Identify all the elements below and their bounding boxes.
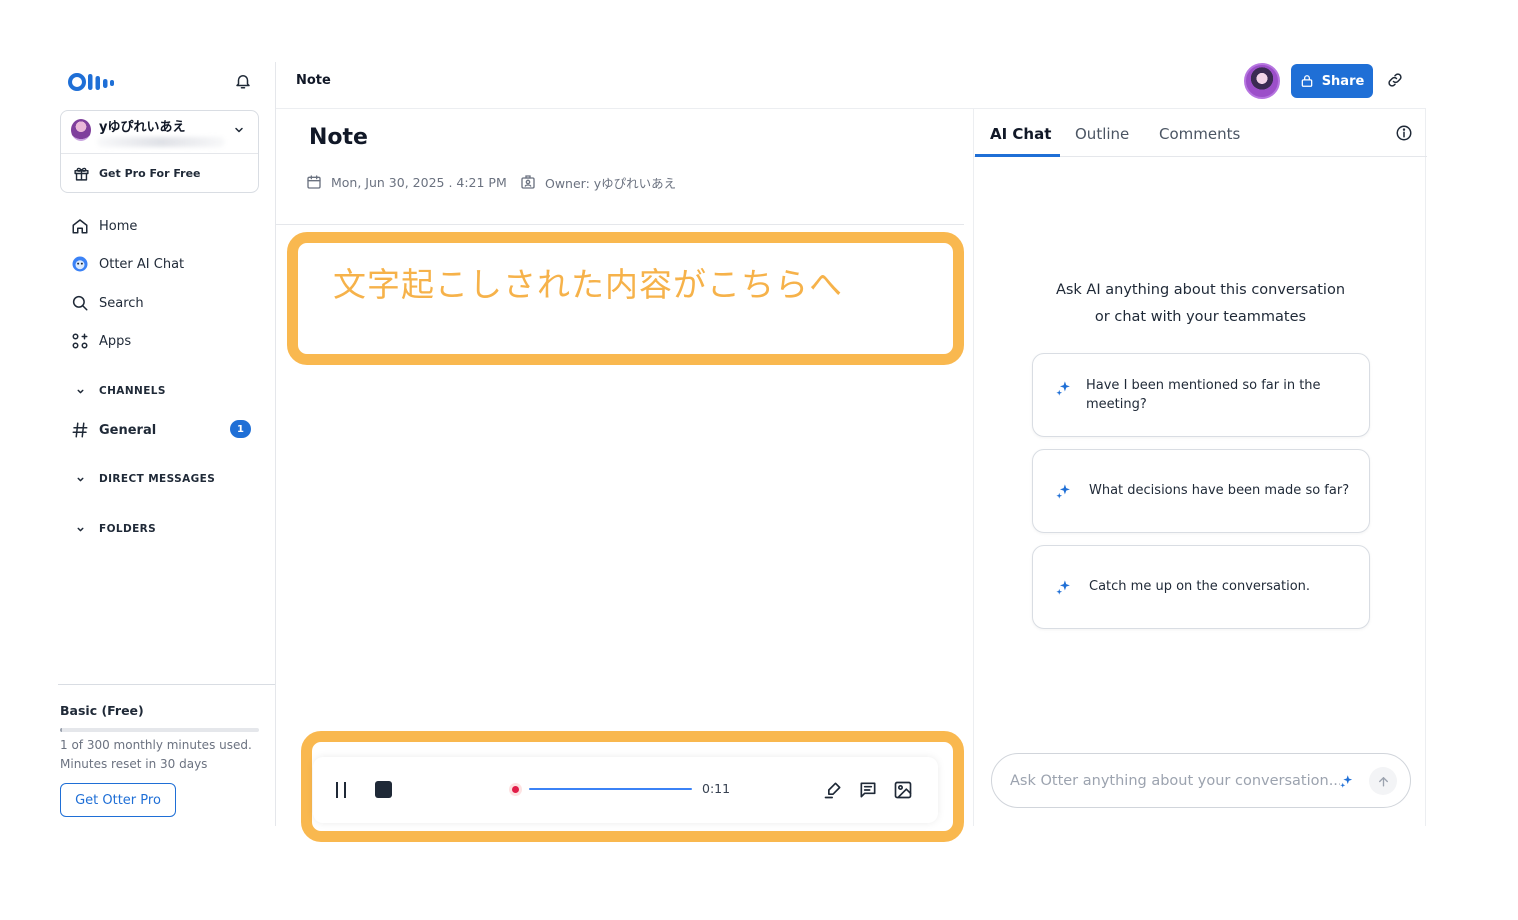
- gift-icon: [73, 165, 90, 182]
- note-divider: [276, 224, 964, 225]
- ai-prompt-line2: or chat with your teammates: [1094, 309, 1307, 325]
- sidebar-item-search[interactable]: Search: [70, 291, 144, 315]
- ai-chat-input-box: [991, 753, 1411, 808]
- sidebar: yゆぴれいあえ Get Pro For Free Home Otter AI C…: [0, 62, 276, 826]
- plan-usage-fill: [60, 728, 62, 732]
- lock-icon: [1300, 74, 1314, 88]
- info-icon[interactable]: [1395, 124, 1413, 142]
- channel-general[interactable]: General: [70, 418, 156, 442]
- calendar-icon: [306, 174, 322, 190]
- audio-waveform: [529, 788, 692, 790]
- note-owner: Owner: yゆぴれいあえ: [520, 173, 676, 191]
- account-row[interactable]: yゆぴれいあえ: [61, 111, 258, 154]
- transcript-annotation: 文字起こしされた内容がこちらへ: [333, 265, 843, 304]
- section-direct-messages-label: DIRECT MESSAGES: [99, 473, 216, 485]
- ai-panel: AI Chat Outline Comments Ask AI anything…: [973, 109, 1427, 826]
- recording-time: 0:11: [702, 781, 731, 796]
- sidebar-item-home[interactable]: Home: [70, 214, 137, 238]
- section-channels-label: CHANNELS: [99, 385, 166, 397]
- chevron-down-icon[interactable]: [233, 124, 245, 136]
- section-folders[interactable]: FOLDERS: [76, 520, 156, 538]
- share-button[interactable]: Share: [1291, 64, 1373, 98]
- sparkle-icon: [1055, 579, 1072, 596]
- chevron-down-icon: [76, 475, 86, 484]
- sparkle-icon: [1055, 380, 1072, 397]
- plan-reset-text: Minutes reset in 30 days: [60, 757, 208, 771]
- search-icon: [70, 293, 90, 313]
- note-title: Note: [309, 125, 368, 150]
- suggestion-text: Catch me up on the conversation.: [1089, 579, 1311, 594]
- section-direct-messages[interactable]: DIRECT MESSAGES: [76, 470, 215, 488]
- section-channels[interactable]: CHANNELS: [76, 382, 166, 400]
- link-icon[interactable]: [1386, 71, 1404, 89]
- account-email-redacted: [97, 137, 225, 147]
- tab-comments[interactable]: Comments: [1159, 125, 1240, 143]
- suggestion-card[interactable]: Have I been mentioned so far in the meet…: [1032, 353, 1370, 437]
- chevron-down-icon: [76, 525, 86, 534]
- get-pro-button[interactable]: Get Pro For Free: [61, 155, 258, 193]
- sidebar-item-apps[interactable]: Apps: [70, 329, 131, 353]
- sparkle-icon: [1339, 774, 1354, 789]
- home-icon: [70, 216, 90, 236]
- comment-icon[interactable]: [858, 780, 878, 800]
- page-title: Note: [296, 73, 331, 88]
- hash-icon: [70, 420, 90, 440]
- suggestion-text: What decisions have been made so far?: [1089, 483, 1350, 498]
- recording-indicator: [509, 783, 522, 796]
- otter-icon: [70, 254, 90, 274]
- note-date: Mon, Jun 30, 2025 . 4:21 PM: [306, 173, 507, 191]
- tab-outline[interactable]: Outline: [1075, 125, 1129, 143]
- send-button[interactable]: [1369, 767, 1397, 795]
- plan-title: Basic (Free): [60, 703, 144, 718]
- sidebar-item-label: Otter AI Chat: [99, 256, 185, 272]
- section-folders-label: FOLDERS: [99, 523, 157, 535]
- ai-panel-tabs: AI Chat Outline Comments: [974, 109, 1427, 157]
- unread-badge: 1: [230, 420, 251, 438]
- sidebar-item-label: Search: [99, 295, 144, 311]
- sidebar-item-label: Apps: [99, 333, 132, 349]
- suggestion-text: Have I been mentioned so far in the meet…: [1086, 378, 1321, 412]
- active-tab-indicator: [975, 154, 1060, 157]
- sparkle-icon: [1055, 483, 1072, 500]
- account-name: yゆぴれいあえ: [99, 120, 186, 135]
- owner-icon: [520, 174, 536, 190]
- ai-prompt-line1: Ask AI anything about this conversation: [1055, 282, 1346, 298]
- plan-usage-bar: [60, 728, 259, 732]
- sidebar-item-label: Home: [99, 218, 138, 234]
- get-pro-label: Get Pro For Free: [99, 167, 201, 180]
- share-label: Share: [1321, 73, 1365, 89]
- account-avatar: [71, 119, 91, 141]
- sidebar-divider: [58, 684, 275, 685]
- ai-chat-input[interactable]: [1010, 770, 1340, 792]
- apps-icon: [70, 331, 90, 351]
- arrow-up-icon: [1377, 775, 1390, 788]
- get-otter-pro-button[interactable]: Get Otter Pro: [60, 783, 176, 817]
- tab-ai-chat[interactable]: AI Chat: [990, 125, 1051, 143]
- suggestion-card[interactable]: What decisions have been made so far?: [1032, 449, 1370, 533]
- image-icon[interactable]: [893, 780, 913, 800]
- otter-logo[interactable]: [68, 72, 116, 92]
- channel-general-label: General: [99, 422, 157, 438]
- pause-icon[interactable]: [335, 781, 349, 799]
- sidebar-item-otter-ai-chat[interactable]: Otter AI Chat: [70, 252, 184, 276]
- stop-icon[interactable]: [375, 781, 392, 798]
- highlighter-icon[interactable]: [823, 780, 843, 800]
- bell-icon[interactable]: [234, 72, 252, 90]
- account-switcher: yゆぴれいあえ Get Pro For Free: [60, 110, 259, 193]
- recording-player: 0:11: [313, 757, 938, 823]
- suggestion-card[interactable]: Catch me up on the conversation.: [1032, 545, 1370, 629]
- chevron-down-icon: [76, 387, 86, 396]
- note-date-text: Mon, Jun 30, 2025 . 4:21 PM: [331, 174, 507, 190]
- plan-usage-text: 1 of 300 monthly minutes used.: [60, 738, 252, 752]
- note-owner-text: Owner: yゆぴれいあえ: [545, 175, 677, 191]
- avatar[interactable]: [1244, 63, 1280, 99]
